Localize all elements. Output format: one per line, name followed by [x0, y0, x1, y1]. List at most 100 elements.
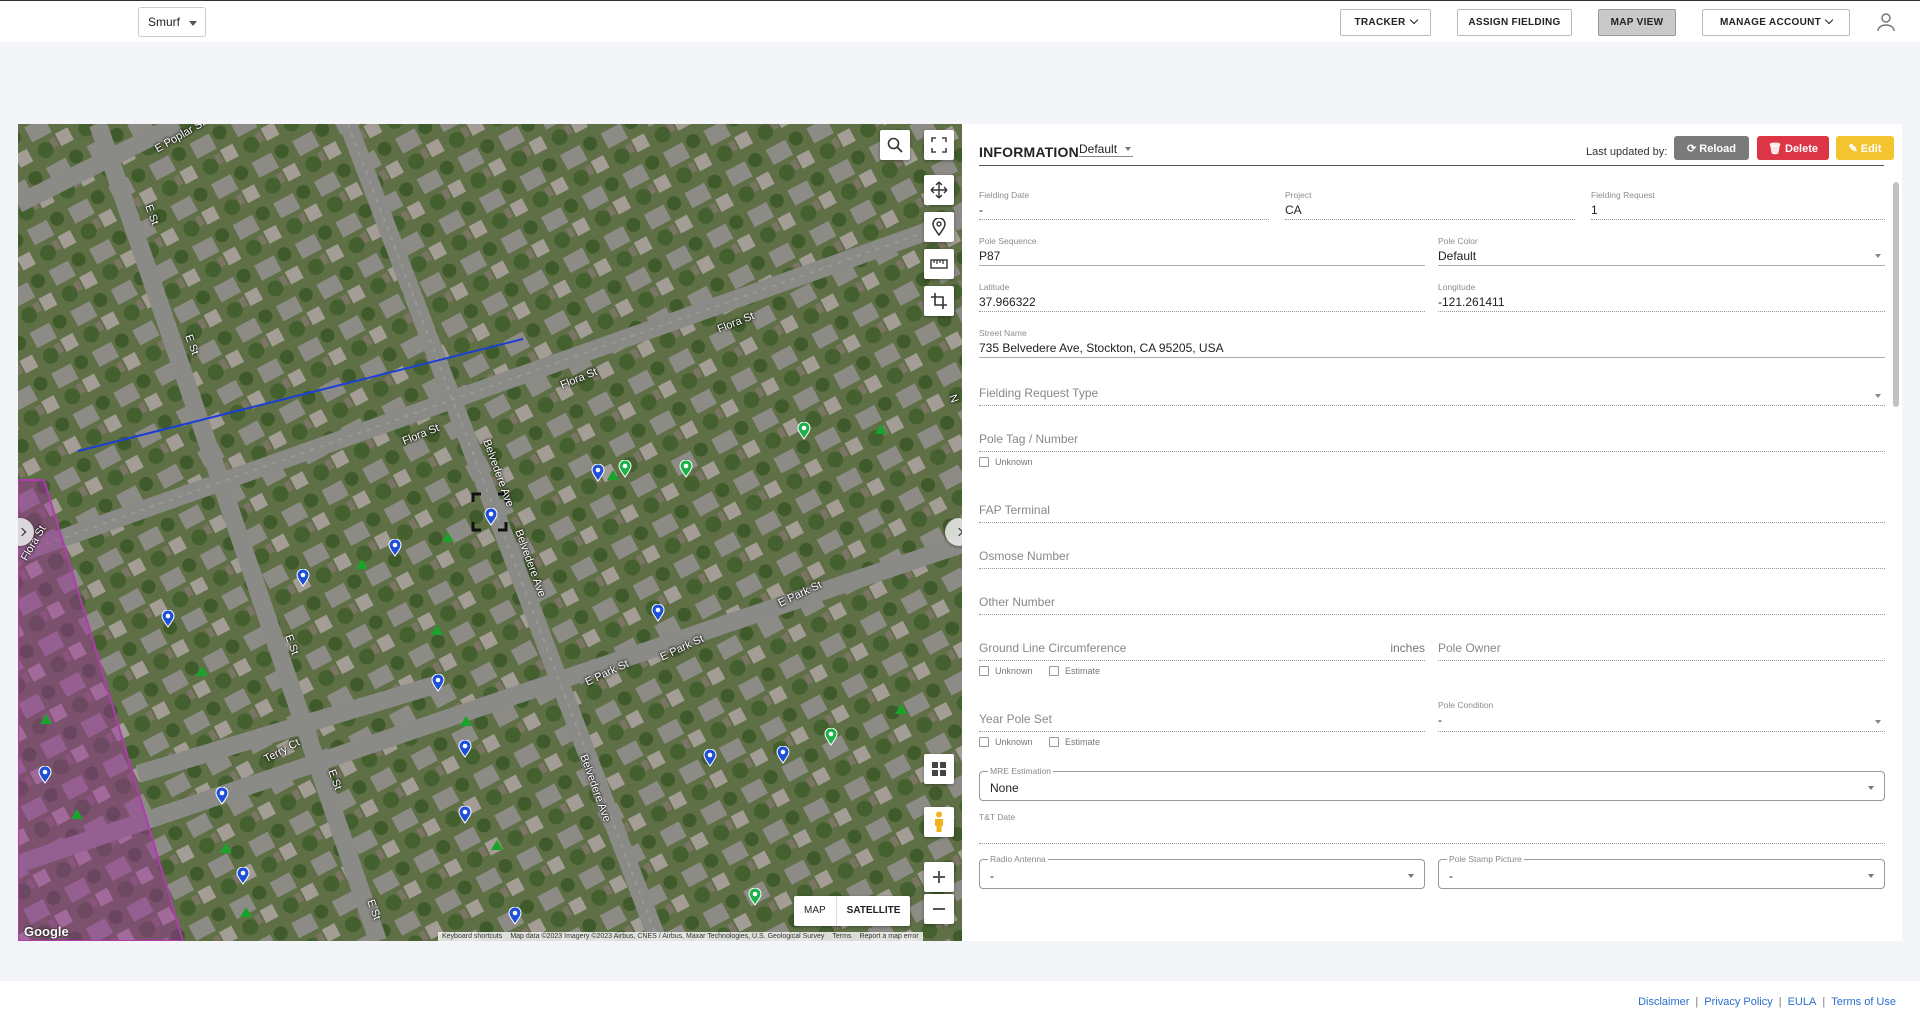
- chevron-right-icon: [954, 527, 962, 537]
- year-pole-set-estimate-checkbox[interactable]: Estimate: [1049, 737, 1100, 747]
- field-value: -: [1438, 713, 1442, 727]
- privacy-policy-link[interactable]: Privacy Policy: [1704, 996, 1772, 1008]
- pole-marker-icon[interactable]: [161, 610, 175, 628]
- reload-icon: ⟳: [1687, 143, 1700, 155]
- pole-marker-icon[interactable]: [703, 749, 717, 767]
- year-pole-set-field[interactable]: Year Pole Set: [979, 712, 1425, 732]
- pole-marker-icon[interactable]: [388, 539, 402, 557]
- pole-owner-field[interactable]: Pole Owner: [1438, 641, 1885, 661]
- map-type-map-button[interactable]: MAP: [794, 896, 836, 926]
- pole-color-select[interactable]: Pole Color Default: [1438, 236, 1885, 266]
- user-account-icon[interactable]: [1874, 10, 1898, 34]
- field-underline: [1438, 311, 1885, 312]
- satellite-map[interactable]: E Poplar St E St E St E St E St E St Flo…: [18, 124, 962, 941]
- pole-stamp-picture-select[interactable]: Pole Stamp Picture -: [1438, 854, 1885, 889]
- tt-date-field[interactable]: T&T Date: [979, 812, 1885, 844]
- pole-marker-icon[interactable]: [431, 674, 445, 692]
- pan-tool-button[interactable]: [924, 175, 954, 205]
- year-pole-set-unknown-checkbox[interactable]: Unknown: [979, 737, 1033, 747]
- pole-marker-green-icon[interactable]: [748, 888, 762, 906]
- zoom-out-button[interactable]: [924, 894, 954, 924]
- checkbox-box: [1049, 737, 1059, 747]
- fielding-date-field[interactable]: Fielding Date -: [979, 190, 1269, 220]
- place-pin-button[interactable]: [924, 212, 954, 242]
- footer-separator: |: [1695, 996, 1699, 1008]
- report-error-link[interactable]: Report a map error: [859, 933, 918, 940]
- ground-line-circumference-field[interactable]: Ground Line Circumference inches: [979, 641, 1425, 661]
- ground-line-unknown-checkbox[interactable]: Unknown: [979, 666, 1033, 676]
- field-value: Default: [1438, 249, 1477, 263]
- project-field[interactable]: Project CA: [1285, 190, 1575, 220]
- pole-marker-icon[interactable]: [215, 787, 229, 805]
- pole-marker-icon[interactable]: [508, 907, 522, 925]
- pole-tag-field[interactable]: Pole Tag / Number: [979, 432, 1885, 452]
- field-underline: [979, 614, 1885, 615]
- view-select[interactable]: Default: [1079, 142, 1134, 157]
- assign-fielding-button[interactable]: ASSIGN FIELDING: [1457, 9, 1572, 36]
- longitude-field[interactable]: Longitude -121.261411: [1438, 282, 1885, 312]
- pole-marker-icon[interactable]: [591, 464, 605, 482]
- pole-condition-select[interactable]: Pole Condition -: [1438, 700, 1885, 732]
- delete-button[interactable]: 🗑 Delete: [1757, 136, 1829, 160]
- map-search-button[interactable]: [880, 130, 910, 160]
- reload-button[interactable]: ⟳ Reload: [1674, 136, 1749, 160]
- minus-icon: [933, 908, 945, 910]
- pole-marker-green-icon[interactable]: [618, 460, 632, 478]
- fap-terminal-field[interactable]: FAP Terminal: [979, 503, 1885, 523]
- field-underline: [979, 405, 1885, 406]
- tracker-button[interactable]: TRACKER: [1340, 9, 1431, 36]
- terms-link[interactable]: Terms: [832, 933, 851, 940]
- pole-marker-icon[interactable]: [38, 766, 52, 784]
- pole-marker-icon[interactable]: [651, 604, 665, 622]
- map-type-satellite-button[interactable]: SATELLITE: [835, 896, 911, 926]
- pegman-icon: [935, 811, 943, 832]
- field-underline: [979, 265, 1425, 266]
- delete-label: Delete: [1785, 143, 1819, 155]
- checkbox-box: [979, 457, 989, 467]
- street-view-button[interactable]: [924, 807, 954, 837]
- caret-down-icon: [189, 21, 197, 26]
- pole-marker-green-icon[interactable]: [797, 422, 811, 440]
- mre-estimation-select[interactable]: MRE Estimation None: [979, 766, 1885, 801]
- pole-sequence-field[interactable]: Pole Sequence P87: [979, 236, 1425, 266]
- ground-line-estimate-checkbox[interactable]: Estimate: [1049, 666, 1100, 676]
- fullscreen-button[interactable]: [924, 130, 954, 160]
- pole-marker-green-icon[interactable]: [824, 728, 838, 746]
- disclaimer-link[interactable]: Disclaimer: [1638, 996, 1689, 1008]
- caret-down-icon: [1868, 786, 1874, 790]
- pole-marker-icon[interactable]: [458, 806, 472, 824]
- pencil-icon: ✎: [1848, 143, 1861, 155]
- keyboard-shortcuts-link[interactable]: Keyboard shortcuts: [442, 933, 502, 940]
- fielding-request-field[interactable]: Fielding Request 1: [1591, 190, 1885, 220]
- field-value: CA: [1285, 203, 1302, 217]
- zoom-in-button[interactable]: [924, 862, 954, 892]
- layers-button[interactable]: [924, 754, 954, 784]
- field-placeholder: Ground Line Circumference: [979, 641, 1127, 655]
- pole-marker-icon[interactable]: [484, 508, 498, 526]
- osmose-number-field[interactable]: Osmose Number: [979, 549, 1885, 569]
- pole-marker-icon[interactable]: [296, 569, 310, 587]
- terms-of-use-link[interactable]: Terms of Use: [1831, 996, 1896, 1008]
- street-name-field[interactable]: Street Name 735 Belvedere Ave, Stockton,…: [979, 328, 1885, 358]
- map-view-button[interactable]: MAP VIEW: [1598, 9, 1676, 36]
- scrollbar-thumb[interactable]: [1893, 182, 1899, 407]
- pole-marker-green-icon[interactable]: [679, 460, 693, 478]
- edit-button[interactable]: ✎ Edit: [1836, 136, 1894, 160]
- panel-scrollbar[interactable]: [1892, 179, 1900, 879]
- field-underline: [979, 311, 1425, 312]
- eula-link[interactable]: EULA: [1788, 996, 1817, 1008]
- field-value: 735 Belvedere Ave, Stockton, CA 95205, U…: [979, 341, 1224, 355]
- pole-marker-icon[interactable]: [776, 746, 790, 764]
- pole-marker-icon[interactable]: [236, 867, 250, 885]
- other-number-field[interactable]: Other Number: [979, 595, 1885, 615]
- manage-account-button[interactable]: MANAGE ACCOUNT: [1702, 9, 1850, 36]
- radio-antenna-select[interactable]: Radio Antenna -: [979, 854, 1425, 889]
- project-select[interactable]: Smurf: [138, 7, 206, 37]
- field-label: MRE Estimation: [988, 766, 1053, 776]
- latitude-field[interactable]: Latitude 37.966322: [979, 282, 1425, 312]
- pole-tag-unknown-checkbox[interactable]: Unknown: [979, 457, 1033, 467]
- crop-button[interactable]: [924, 286, 954, 316]
- fielding-request-type-select[interactable]: Fielding Request Type: [979, 386, 1885, 406]
- pole-marker-icon[interactable]: [458, 740, 472, 758]
- measure-button[interactable]: [924, 249, 954, 279]
